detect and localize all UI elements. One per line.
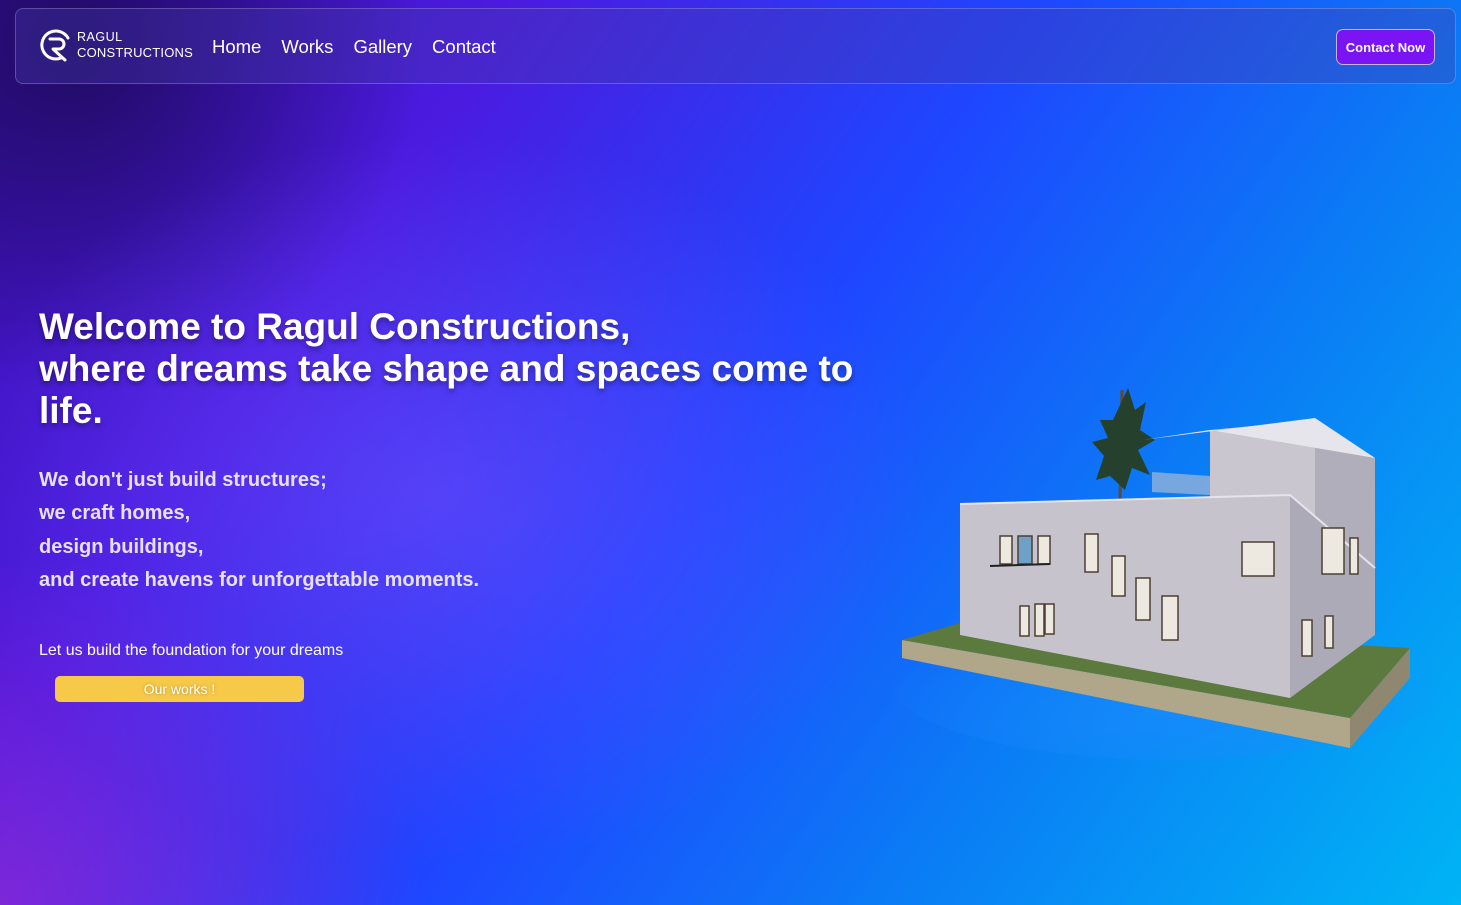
hero-title-line-1: Welcome to Ragul Constructions, xyxy=(39,306,631,347)
hero-title: Welcome to Ragul Constructions, where dr… xyxy=(39,306,889,432)
hero-tagline: We don't just build structures; we craft… xyxy=(39,466,479,599)
nav-link-gallery[interactable]: Gallery xyxy=(353,36,412,58)
tagline-line: and create havens for unforgettable mome… xyxy=(39,568,480,591)
brand-subtitle: CONSTRUCTIONS xyxy=(77,45,193,60)
nav-link-works[interactable]: Works xyxy=(281,36,333,58)
our-works-button[interactable]: Our works ! xyxy=(55,676,304,702)
tagline-line: We don't just build structures; xyxy=(39,469,327,491)
tagline-line: design buildings, xyxy=(39,535,204,558)
house-3d-model xyxy=(890,388,1440,760)
brand-name: RAGUL xyxy=(77,30,123,44)
foundation-text: Let us build the foundation for your dre… xyxy=(39,642,344,659)
hero-title-line-2: where dreams take shape and spaces come … xyxy=(39,348,854,431)
logo-icon xyxy=(40,29,70,62)
nav-links: Home Works Gallery Contact xyxy=(212,36,496,58)
navbar: RAGUL CONSTRUCTIONS Home Works Gallery C… xyxy=(15,8,1456,84)
nav-link-contact[interactable]: Contact xyxy=(432,36,496,58)
tagline-line: we craft homes, xyxy=(39,502,191,525)
contact-now-button[interactable]: Contact Now xyxy=(1336,29,1435,65)
nav-link-home[interactable]: Home xyxy=(212,36,261,58)
tree-icon xyxy=(1092,388,1155,501)
brand-logo[interactable]: RAGUL CONSTRUCTIONS xyxy=(38,25,193,65)
